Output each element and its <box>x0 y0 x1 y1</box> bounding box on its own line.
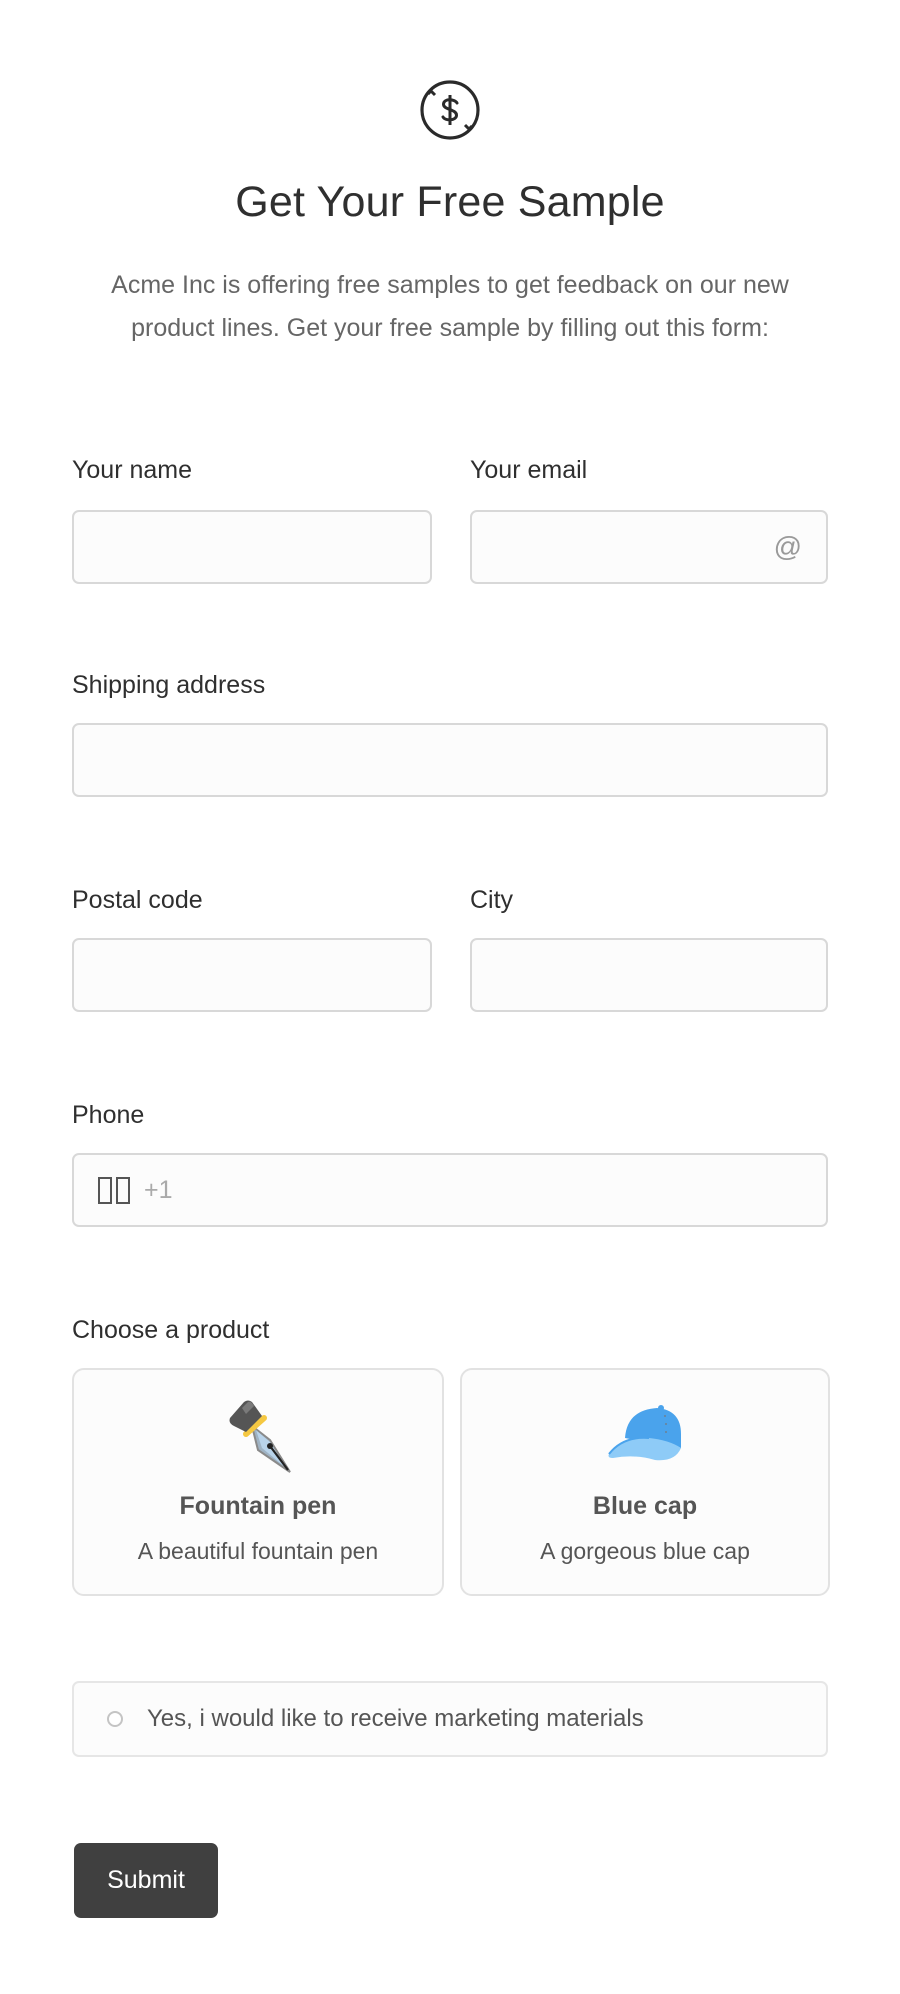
address-label: Shipping address <box>72 671 266 699</box>
fountain-pen-icon <box>74 1396 442 1476</box>
phone-field-wrapper: +1 <box>72 1153 828 1227</box>
submit-button[interactable]: Submit <box>74 1843 218 1918</box>
postal-code-input[interactable] <box>74 940 430 1010</box>
product-label: Choose a product <box>72 1316 270 1344</box>
product-option-blue-cap[interactable]: Blue cap A gorgeous blue cap <box>460 1368 830 1596</box>
dollar-crossed-circle-icon <box>419 79 481 141</box>
product-name: Blue cap <box>592 1492 698 1520</box>
phone-input[interactable] <box>204 1155 816 1225</box>
address-field-wrapper <box>72 723 828 797</box>
city-input[interactable] <box>472 940 826 1010</box>
product-name: Fountain pen <box>179 1492 337 1520</box>
address-input[interactable] <box>74 725 826 795</box>
email-field-wrapper: @ <box>470 510 828 584</box>
page-title: Get Your Free Sample <box>235 178 665 226</box>
product-description: A beautiful fountain pen <box>137 1538 379 1564</box>
email-label: Your email <box>470 456 588 484</box>
phone-label: Phone <box>72 1101 145 1129</box>
country-code-selector[interactable]: +1 <box>98 1168 173 1212</box>
city-field-wrapper <box>470 938 828 1012</box>
page-description: Acme Inc is offering free samples to get… <box>111 271 789 342</box>
marketing-consent-label: Yes, i would like to receive marketing m… <box>147 1705 644 1732</box>
name-label: Your name <box>72 456 192 484</box>
product-description: A gorgeous blue cap <box>540 1538 750 1564</box>
dial-code: +1 <box>144 1175 173 1204</box>
postal-code-field-wrapper <box>72 938 432 1012</box>
city-label: City <box>470 886 514 914</box>
marketing-consent-option[interactable]: Yes, i would like to receive marketing m… <box>72 1681 828 1757</box>
postal-code-label: Postal code <box>72 886 203 914</box>
flag-icon <box>98 1176 134 1204</box>
product-option-fountain-pen[interactable]: Fountain pen A beautiful fountain pen <box>72 1368 444 1596</box>
marketing-consent-radio[interactable] <box>107 1711 123 1727</box>
name-field-wrapper <box>72 510 432 584</box>
at-icon: @ <box>773 531 802 562</box>
blue-cap-icon <box>462 1396 828 1476</box>
name-input[interactable] <box>74 512 430 582</box>
